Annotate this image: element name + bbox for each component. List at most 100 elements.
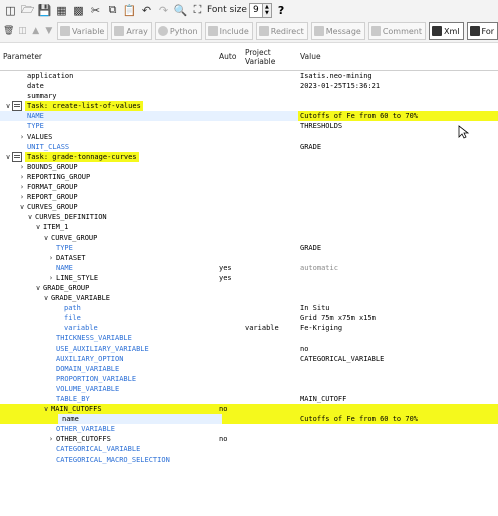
- redirect-button[interactable]: Redirect: [255, 22, 308, 40]
- move-down-icon[interactable]: ▼: [44, 23, 54, 39]
- row-value[interactable]: Cutoffs of Fe from 60 to 70%: [300, 414, 418, 424]
- tree-row[interactable]: AUXILIARY_OPTION CATEGORICAL_VARIABLE: [0, 354, 498, 364]
- row-value[interactable]: Cutoffs of Fe from 60 to 70%: [300, 111, 418, 121]
- tree-row[interactable]: date 2023-01-25T15:36:21: [0, 81, 498, 91]
- chevron-down-icon[interactable]: ∨: [34, 283, 42, 293]
- tree-row[interactable]: › REPORTING_GROUP: [0, 172, 498, 182]
- zoom-fit-icon[interactable]: ⛶: [191, 3, 204, 17]
- tree-row[interactable]: USE_AUXILIARY_VARIABLE no: [0, 344, 498, 354]
- comment-button[interactable]: Comment: [367, 22, 427, 40]
- chevron-right-icon[interactable]: ›: [18, 162, 26, 172]
- main-toolbar: ◫ 🗁 💾 ▦ ▩ ✂ ⧉ 📋 ↶ ↷ 🔍 ⛶ Font size 9 ▲ ▼ ?: [0, 0, 498, 20]
- message-button[interactable]: Message: [310, 22, 365, 40]
- open-folder-icon[interactable]: 🗁: [21, 3, 35, 17]
- chevron-down-icon[interactable]: ∨: [42, 293, 50, 303]
- undo-icon[interactable]: ↶: [140, 4, 153, 17]
- paste-icon[interactable]: 📋: [123, 4, 137, 17]
- save-as-icon[interactable]: ▦: [55, 4, 68, 17]
- move-up-icon[interactable]: ▲: [31, 23, 41, 39]
- tree-row[interactable]: › VALUES: [0, 132, 498, 142]
- tree-row[interactable]: TYPE THRESHOLDS: [0, 121, 498, 131]
- chevron-down-icon[interactable]: ∨: [4, 152, 12, 162]
- tree-row[interactable]: › LINE_STYLE yes: [0, 273, 498, 283]
- tree-row[interactable]: name Cutoffs of Fe from 60 to 70%: [0, 414, 498, 425]
- row-value: Grid 75m x75m x15m: [300, 314, 376, 323]
- tree-row[interactable]: PROPORTION_VARIABLE: [0, 374, 498, 384]
- chevron-down-icon[interactable]: ∨: [26, 212, 34, 222]
- help-button[interactable]: ?: [278, 4, 284, 17]
- task-icon: [12, 151, 22, 162]
- cut-icon[interactable]: ✂: [89, 4, 102, 17]
- search-icon[interactable]: 🔍: [174, 4, 188, 17]
- chevron-down-icon[interactable]: ∨: [34, 222, 42, 232]
- tree-row[interactable]: ∨ ITEM_1: [0, 222, 498, 232]
- tree-row[interactable]: CATEGORICAL_MACRO_SELECTION: [0, 455, 498, 465]
- variable-button[interactable]: Variable: [56, 22, 109, 40]
- value-column-header[interactable]: Value: [300, 43, 321, 70]
- tree-row[interactable]: › FORMAT_GROUP: [0, 182, 498, 192]
- tree-row[interactable]: › BOUNDS_GROUP: [0, 162, 498, 172]
- insert-icon[interactable]: ◫: [17, 23, 27, 39]
- task-icon: [12, 101, 22, 112]
- tree-row[interactable]: › DATASET: [0, 253, 498, 263]
- tree-row[interactable]: VOLUME_VARIABLE: [0, 384, 498, 394]
- tree-row[interactable]: NAME yes automatic: [0, 263, 498, 273]
- tree-row[interactable]: path In Situ: [0, 303, 498, 313]
- tree-row[interactable]: ∨ CURVE_GROUP: [0, 233, 498, 243]
- chevron-right-icon[interactable]: ›: [18, 182, 26, 192]
- chevron-right-icon[interactable]: ›: [18, 172, 26, 182]
- chevron-right-icon[interactable]: ›: [47, 253, 55, 263]
- save-icon[interactable]: 💾: [38, 4, 52, 17]
- for-button[interactable]: For: [466, 22, 498, 40]
- tree-row[interactable]: application Isatis.neo-mining: [0, 71, 498, 81]
- tree-row[interactable]: UNIT_CLASS GRADE: [0, 142, 498, 152]
- redo-icon[interactable]: ↷: [157, 4, 170, 17]
- tree-row[interactable]: › OTHER_CUTOFFS no: [0, 434, 498, 444]
- tree-row[interactable]: CATEGORICAL_VARIABLE: [0, 444, 498, 454]
- row-value: no: [300, 344, 309, 353]
- chevron-down-icon[interactable]: ∨: [4, 101, 12, 111]
- font-size-spinner[interactable]: ▲ ▼: [262, 2, 272, 18]
- chevron-right-icon[interactable]: ›: [18, 192, 26, 202]
- chevron-right-icon[interactable]: ›: [18, 132, 26, 142]
- project-variable-column-header[interactable]: Project Variable: [245, 43, 275, 70]
- new-window-icon[interactable]: ◫: [4, 4, 17, 17]
- parameter-column-header[interactable]: Parameter: [3, 43, 42, 70]
- font-size-input[interactable]: 9: [248, 2, 263, 18]
- auto-column-header[interactable]: Auto: [219, 43, 236, 70]
- tree-row[interactable]: TYPE GRADE: [0, 243, 498, 253]
- tree-row[interactable]: ∨ CURVES_DEFINITION: [0, 212, 498, 222]
- chevron-down-icon[interactable]: ∨: [18, 202, 26, 212]
- task-row[interactable]: ∨ Task: create-list-of-values: [0, 101, 498, 112]
- row-name: CATEGORICAL_VARIABLE: [56, 445, 141, 454]
- chevron-down-icon[interactable]: ∨: [42, 404, 50, 414]
- tree-row[interactable]: NAME Cutoffs of Fe from 60 to 70%: [0, 111, 498, 122]
- chevron-right-icon[interactable]: ›: [47, 434, 55, 444]
- tree-row[interactable]: file Grid 75m x75m x15m: [0, 313, 498, 323]
- chevron-right-icon[interactable]: ›: [47, 273, 55, 283]
- tree-row[interactable]: summary: [0, 91, 498, 101]
- font-size-label: Font size: [207, 5, 247, 15]
- include-button[interactable]: Include: [204, 22, 253, 40]
- tree-row[interactable]: ∨ GRADE_VARIABLE: [0, 293, 498, 303]
- include-icon: [207, 26, 218, 36]
- row-name: NAME: [27, 112, 44, 121]
- row-auto: no: [219, 405, 228, 414]
- export-icon[interactable]: ▩: [72, 4, 85, 17]
- tree-row[interactable]: OTHER_VARIABLE: [0, 424, 498, 434]
- delete-icon[interactable]: 🗑: [3, 23, 14, 39]
- tree-row[interactable]: ∨ CURVES_GROUP: [0, 202, 498, 212]
- copy-icon[interactable]: ⧉: [106, 3, 119, 17]
- tree-row[interactable]: › REPORT_GROUP: [0, 192, 498, 202]
- xml-button[interactable]: Xml: [429, 22, 464, 40]
- python-button[interactable]: Python: [154, 22, 202, 40]
- tree-row[interactable]: TABLE_BY MAIN_CUTOFF: [0, 394, 498, 404]
- tree-row[interactable]: DOMAIN_VARIABLE: [0, 364, 498, 374]
- array-button[interactable]: Array: [111, 22, 152, 40]
- chevron-down-icon[interactable]: ∨: [42, 233, 50, 243]
- tree-row[interactable]: ∨ MAIN_CUTOFFS no: [0, 404, 498, 415]
- tree-row[interactable]: variable variable Fe-Kriging: [0, 323, 498, 333]
- task-row[interactable]: ∨ Task: grade-tonnage-curves: [0, 151, 498, 162]
- tree-row[interactable]: ∨ GRADE_GROUP: [0, 283, 498, 293]
- tree-row[interactable]: THICKNESS_VARIABLE: [0, 333, 498, 343]
